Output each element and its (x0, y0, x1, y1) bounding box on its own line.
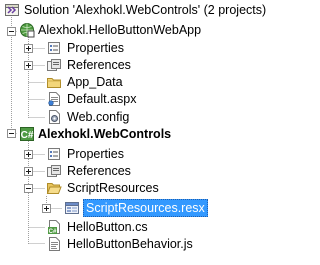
solution-node[interactable]: Solution 'Alexhokl.WebControls' (2 proje… (0, 0, 270, 20)
properties-icon (46, 40, 62, 56)
item-label: HelloButtonBehavior.js (67, 237, 193, 251)
tree-item[interactable]: HelloButtonBehavior.js (0, 234, 270, 254)
solution-icon (4, 2, 20, 18)
expand-toggle[interactable] (24, 44, 33, 53)
collapse-toggle[interactable] (7, 129, 16, 138)
solution-explorer-tree: Solution 'Alexhokl.WebControls' (2 proje… (0, 0, 270, 265)
tree-item-selected[interactable]: ScriptResources.resx (0, 198, 270, 218)
expand-toggle[interactable] (24, 61, 33, 70)
csharp-project-icon: C# (19, 126, 35, 142)
folder-open-icon (46, 180, 62, 196)
csharp-file-icon: C# (46, 219, 62, 235)
expand-toggle[interactable] (24, 167, 33, 176)
project-label: Alexhokl.WebControls (38, 127, 172, 141)
tree-item[interactable]: ScriptResources (0, 178, 270, 198)
item-label: ScriptResources (67, 181, 159, 195)
collapse-toggle[interactable] (24, 184, 33, 193)
expand-toggle[interactable] (42, 204, 51, 213)
tree-item[interactable]: Default.aspx (0, 89, 270, 109)
collapse-toggle[interactable] (7, 27, 16, 36)
svg-text:C#: C# (21, 130, 34, 141)
folder-icon (46, 74, 62, 90)
references-icon (46, 163, 62, 179)
properties-icon (46, 146, 62, 162)
item-label: ScriptResources.resx (83, 199, 208, 217)
project-node[interactable]: C# Alexhokl.WebControls (0, 124, 270, 144)
js-file-icon (46, 236, 62, 252)
config-icon (46, 109, 62, 125)
project-node[interactable]: Alexhokl.HelloButtonWebApp (0, 20, 270, 40)
resx-icon (64, 200, 80, 216)
item-label: Default.aspx (67, 92, 137, 106)
web-project-icon (19, 22, 35, 38)
references-icon (46, 57, 62, 73)
solution-label: Solution 'Alexhokl.WebControls' (2 proje… (24, 3, 267, 17)
project-label: Alexhokl.HelloButtonWebApp (38, 23, 202, 37)
expand-toggle[interactable] (24, 150, 33, 159)
aspx-page-icon (46, 91, 62, 107)
